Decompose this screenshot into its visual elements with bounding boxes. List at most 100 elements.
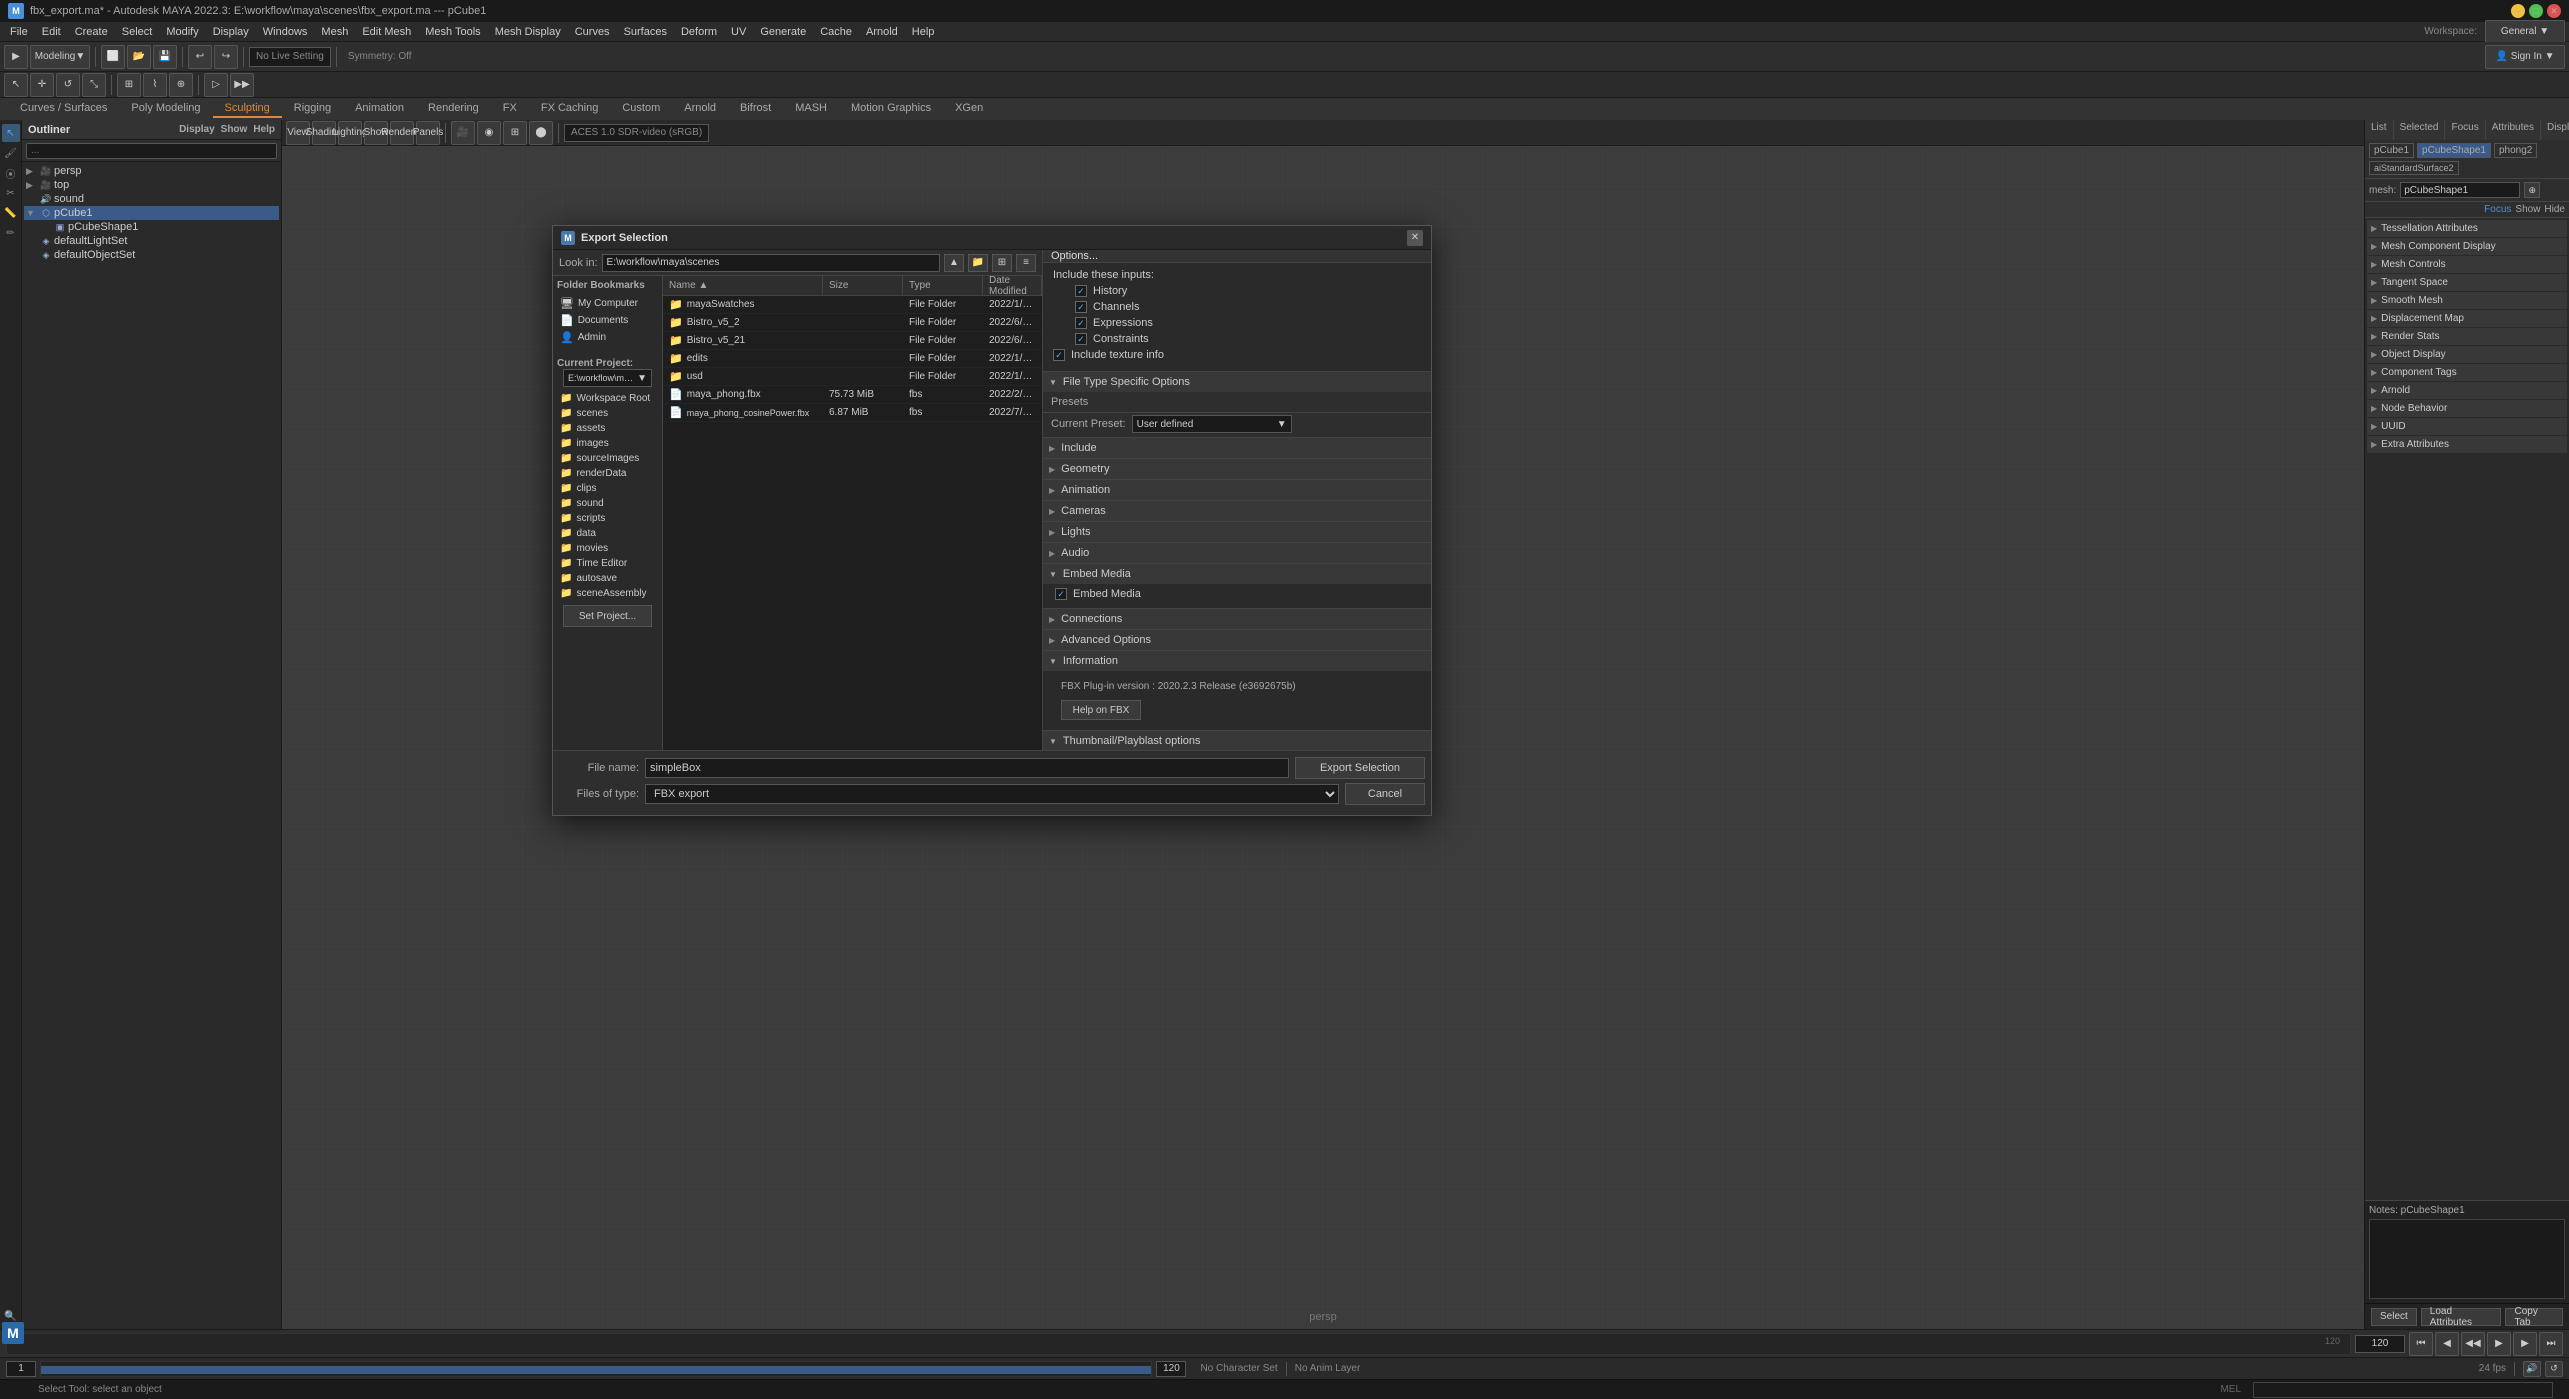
tab-xgen[interactable]: XGen <box>943 100 995 118</box>
play-back-btn[interactable]: ◀◀ <box>2461 1332 2485 1356</box>
advanced-options-header[interactable]: ▶ Advanced Options <box>1043 630 1431 650</box>
mel-input[interactable] <box>2253 1382 2553 1398</box>
close-button[interactable]: ✕ <box>2547 4 2561 18</box>
embed-media-checkbox[interactable]: ✓ <box>1055 588 1067 600</box>
select-btn[interactable]: Select <box>2371 1308 2417 1326</box>
tree-item-pcube1[interactable]: ▼ ⬡ pCube1 <box>24 206 279 220</box>
folder-sourceimages[interactable]: 📁 sourceImages <box>557 451 658 466</box>
tree-item-sound[interactable]: ▶ 🔊 sound <box>24 192 279 206</box>
folder-renderdata[interactable]: 📁 renderData <box>557 466 658 481</box>
col-date[interactable]: Date Modified <box>983 276 1042 295</box>
sign-in-btn[interactable]: 👤 Sign In ▼ <box>2485 45 2565 69</box>
renderer-menu-btn[interactable]: Renderer <box>390 121 414 145</box>
load-attributes-btn[interactable]: Load Attributes <box>2421 1308 2502 1326</box>
attr-mesh-component[interactable]: ▶ Mesh Component Display <box>2367 238 2567 256</box>
attr-tessellation[interactable]: ▶ Tessellation Attributes <box>2367 220 2567 238</box>
rotate-tool-btn[interactable]: ↺ <box>56 73 80 97</box>
menu-display[interactable]: Display <box>207 24 255 40</box>
cameras-header[interactable]: ▶ Cameras <box>1043 501 1431 521</box>
save-btn[interactable]: 💾 <box>153 45 177 69</box>
modeling-mode-btn[interactable]: ▶ <box>4 45 28 69</box>
nav-grid-view-btn[interactable]: ⊞ <box>992 254 1012 272</box>
col-type[interactable]: Type <box>903 276 983 295</box>
menu-uv[interactable]: UV <box>725 24 752 40</box>
cb-tab-selected[interactable]: Selected <box>2394 120 2446 140</box>
col-name[interactable]: Name ▲ <box>663 276 823 295</box>
file-row-usd[interactable]: 📁usd File Folder 2022/1/24 16:47 <box>663 368 1042 386</box>
folder-workspace-root[interactable]: 📁 Workspace Root <box>557 391 658 406</box>
folder-clips[interactable]: 📁 clips <box>557 481 658 496</box>
information-header[interactable]: ▼ Information <box>1043 651 1431 671</box>
tree-item-defaultlightset[interactable]: ▶ ◈ defaultLightSet <box>24 234 279 248</box>
tab-poly-modeling[interactable]: Poly Modeling <box>119 100 212 118</box>
folder-scene-assembly[interactable]: 📁 sceneAssembly <box>557 586 658 601</box>
ipr-btn[interactable]: ▶▶ <box>230 73 254 97</box>
vp-render-btn[interactable]: ◉ <box>477 121 501 145</box>
menu-create[interactable]: Create <box>69 24 114 40</box>
bookmark-my-computer[interactable]: 🖥 My Computer <box>557 295 658 312</box>
menu-help[interactable]: Help <box>906 24 941 40</box>
snap-grid-btn[interactable]: ⊞ <box>117 73 141 97</box>
outliner-show-menu[interactable]: Show <box>221 124 248 135</box>
expressions-checkbox[interactable]: ✓ <box>1075 317 1087 329</box>
menu-deform[interactable]: Deform <box>675 24 723 40</box>
menu-modify[interactable]: Modify <box>160 24 204 40</box>
filename-input[interactable] <box>645 758 1289 778</box>
file-list[interactable]: Name ▲ Size Type Date Modified 📁mayaSwat… <box>663 276 1042 750</box>
node-tab-pcube1[interactable]: pCube1 <box>2369 143 2414 158</box>
channels-checkbox[interactable]: ✓ <box>1075 301 1087 313</box>
open-btn[interactable]: 📂 <box>127 45 151 69</box>
attr-object-display[interactable]: ▶ Object Display <box>2367 346 2567 364</box>
cb-tab-attributes[interactable]: Attributes <box>2486 120 2541 140</box>
tab-mash[interactable]: MASH <box>783 100 839 118</box>
knife-icon[interactable]: ✂ <box>2 184 20 202</box>
texture-info-checkbox[interactable]: ✓ <box>1053 349 1065 361</box>
menu-edit-mesh[interactable]: Edit Mesh <box>356 24 417 40</box>
sculpt-icon[interactable]: ⦿ <box>2 164 20 182</box>
range-slider[interactable] <box>40 1361 1152 1377</box>
current-preset-dropdown[interactable]: User defined ▼ <box>1132 415 1292 433</box>
tab-bifrost[interactable]: Bifrost <box>728 100 783 118</box>
cb-tab-display[interactable]: Display <box>2541 120 2569 140</box>
measure-icon[interactable]: 📏 <box>2 204 20 222</box>
menu-surfaces[interactable]: Surfaces <box>618 24 673 40</box>
cb-tab-focus[interactable]: Focus <box>2445 120 2485 140</box>
node-tab-pcubeshape1[interactable]: pCubeShape1 <box>2417 143 2491 158</box>
paint-icon[interactable]: 🖌 <box>2 144 20 162</box>
attr-arnold[interactable]: ▶ Arnold <box>2367 382 2567 400</box>
tab-custom[interactable]: Custom <box>610 100 672 118</box>
folder-autosave[interactable]: 📁 autosave <box>557 571 658 586</box>
outliner-search[interactable] <box>26 143 277 159</box>
hide-btn[interactable]: Hide <box>2544 204 2565 215</box>
menu-mesh[interactable]: Mesh <box>315 24 354 40</box>
help-fbx-btn[interactable]: Help on FBX <box>1061 700 1141 720</box>
folder-images[interactable]: 📁 images <box>557 436 658 451</box>
folder-scripts[interactable]: 📁 scripts <box>557 511 658 526</box>
focus-btn[interactable]: Focus <box>2484 204 2511 215</box>
file-row-maya-phong[interactable]: 📄maya_phong.fbx 75.73 MiB fbs 2022/2/14 … <box>663 386 1042 404</box>
copy-tab-btn[interactable]: Copy Tab <box>2505 1308 2563 1326</box>
menu-mesh-tools[interactable]: Mesh Tools <box>419 24 486 40</box>
col-size[interactable]: Size <box>823 276 903 295</box>
include-header[interactable]: ▶ Include <box>1043 438 1431 458</box>
notes-textarea[interactable] <box>2369 1219 2565 1299</box>
next-frame-btn[interactable]: ▶ <box>2513 1332 2537 1356</box>
skip-start-btn[interactable]: ⏮ <box>2409 1332 2433 1356</box>
show-btn[interactable]: Show <box>2515 204 2540 215</box>
tab-fx-caching[interactable]: FX Caching <box>529 100 610 118</box>
thumbnail-header[interactable]: ▼ Thumbnail/Playblast options <box>1043 731 1431 750</box>
menu-select[interactable]: Select <box>116 24 159 40</box>
skip-end-btn[interactable]: ⏭ <box>2539 1332 2563 1356</box>
play-btn[interactable]: ▶ <box>2487 1332 2511 1356</box>
connections-header[interactable]: ▶ Connections <box>1043 609 1431 629</box>
audio-btn[interactable]: 🔊 <box>2523 1361 2541 1377</box>
tab-fx[interactable]: FX <box>491 100 529 118</box>
undo-btn[interactable]: ↩ <box>188 45 212 69</box>
vp-smooth-btn[interactable]: ⬤ <box>529 121 553 145</box>
lights-header[interactable]: ▶ Lights <box>1043 522 1431 542</box>
viewport[interactable]: View Shading Lighting Show Renderer Pane… <box>282 120 2364 1329</box>
cb-tab-list[interactable]: List <box>2365 120 2394 140</box>
timeline-ruler[interactable]: 1 120 <box>6 1333 2351 1355</box>
snap-curve-btn[interactable]: ⌇ <box>143 73 167 97</box>
geometry-header[interactable]: ▶ Geometry <box>1043 459 1431 479</box>
